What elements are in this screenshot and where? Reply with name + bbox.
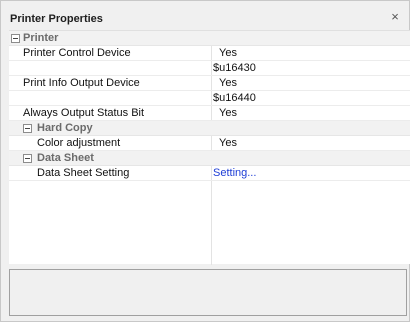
collapse-icon[interactable]: [23, 124, 32, 133]
property-row-printer-control-device[interactable]: Printer Control Device Yes: [9, 46, 410, 61]
category-label: Data Sheet: [37, 152, 94, 164]
collapse-icon[interactable]: [23, 154, 32, 163]
description-pane: [9, 269, 407, 316]
panel-title: Printer Properties: [10, 13, 103, 25]
property-row-color-adjustment[interactable]: Color adjustment Yes: [9, 136, 410, 151]
property-name: Color adjustment: [37, 137, 121, 149]
property-value[interactable]: Yes: [219, 137, 237, 149]
property-value[interactable]: Yes: [219, 47, 237, 59]
property-row-always-output-status-bit[interactable]: Always Output Status Bit Yes: [9, 106, 410, 121]
property-name: Data Sheet Setting: [37, 167, 130, 179]
property-name: Printer Control Device: [23, 47, 131, 59]
property-value[interactable]: Yes: [219, 77, 237, 89]
setting-link[interactable]: Setting...: [213, 167, 256, 179]
title-bar: Printer Properties ×: [1, 1, 409, 29]
property-row-print-info-output-device-address[interactable]: $u16440: [9, 91, 410, 106]
property-name: Always Output Status Bit: [23, 107, 145, 119]
property-row-print-info-output-device[interactable]: Print Info Output Device Yes: [9, 76, 410, 91]
property-grid: Printer Printer Control Device Yes $u164…: [9, 30, 410, 265]
category-printer[interactable]: Printer: [9, 31, 410, 46]
property-value[interactable]: $u16440: [213, 92, 256, 104]
close-icon[interactable]: ×: [388, 10, 402, 24]
category-hard-copy[interactable]: Hard Copy: [9, 121, 410, 136]
collapse-icon[interactable]: [11, 34, 20, 43]
property-value[interactable]: Yes: [219, 107, 237, 119]
printer-properties-panel: Printer Properties × Printer Printer Con…: [0, 0, 410, 322]
category-data-sheet[interactable]: Data Sheet: [9, 151, 410, 166]
property-row-data-sheet-setting[interactable]: Data Sheet Setting Setting...: [9, 166, 410, 181]
category-label: Hard Copy: [37, 122, 93, 134]
property-row-printer-control-device-address[interactable]: $u16430: [9, 61, 410, 76]
property-name: Print Info Output Device: [23, 77, 140, 89]
property-value[interactable]: $u16430: [213, 62, 256, 74]
category-label: Printer: [23, 32, 59, 44]
